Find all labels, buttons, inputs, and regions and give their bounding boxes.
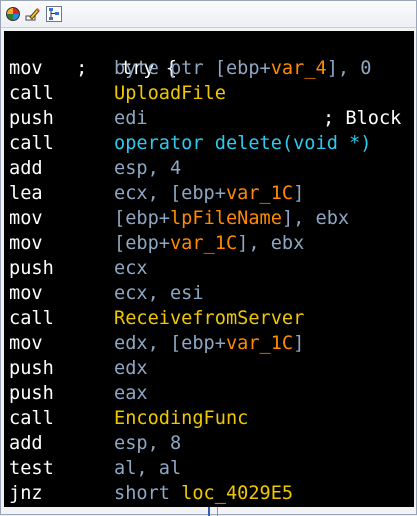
mnemonic[interactable]: mov (9, 281, 43, 306)
mnemonic[interactable]: call (9, 81, 54, 106)
operand-text: byte ptr [ebp+ (114, 58, 271, 79)
graph-node-window[interactable]: ; try { mov byte ptr [ebp+var_4], 0 call Up… (0, 0, 417, 516)
operands[interactable]: ecx, esi (114, 281, 204, 306)
disassembly-listing[interactable]: ; try { mov byte ptr [ebp+var_4], 0 call Up… (4, 31, 414, 507)
mnemonic[interactable]: lea (9, 181, 43, 206)
stack-variable[interactable]: lpFileName (170, 208, 282, 229)
mnemonic[interactable]: mov (9, 331, 43, 356)
edit-node-icon[interactable] (25, 6, 41, 22)
import-reference[interactable]: operator delete(void *) (114, 133, 371, 154)
operand-text: ] (293, 183, 305, 204)
operand-text: ecx (114, 258, 148, 279)
mnemonic[interactable]: mov (9, 206, 43, 231)
operand-text: edi (114, 108, 148, 129)
operands[interactable]: eax (114, 381, 148, 406)
function-reference[interactable]: EncodingFunc (114, 408, 248, 429)
mnemonic[interactable]: jnz (9, 481, 43, 506)
operand-text: esp, 8 (114, 433, 182, 454)
operands[interactable]: ecx, [ebp+var_1C] (114, 181, 304, 206)
mnemonic[interactable]: mov (9, 56, 43, 81)
mnemonic[interactable]: test (9, 456, 54, 481)
mnemonic[interactable]: add (9, 431, 43, 456)
operand-text: ecx, [ebp+ (114, 183, 226, 204)
mnemonic[interactable]: push (9, 106, 54, 131)
operands[interactable]: [ebp+var_1C], ebx (114, 231, 304, 256)
mnemonic[interactable]: call (9, 306, 54, 331)
node-titlebar (1, 1, 416, 28)
operands[interactable]: edx (114, 356, 148, 381)
operands[interactable]: operator delete(void *) (114, 131, 371, 156)
operand-text: [ebp+ (114, 233, 170, 254)
graph-overview-icon[interactable] (46, 6, 62, 22)
operands[interactable]: edx, [ebp+var_1C] (114, 331, 304, 356)
operand-text: al, al (114, 458, 182, 479)
operands[interactable]: ReceivefromServer (114, 306, 304, 331)
operand-text: [ebp+ (114, 208, 170, 229)
mnemonic[interactable]: push (9, 256, 54, 281)
stack-variable[interactable]: var_1C (170, 233, 237, 254)
stack-variable[interactable]: var_4 (271, 58, 327, 79)
function-reference[interactable]: loc_4029E5 (181, 483, 293, 504)
mnemonic[interactable]: push (9, 381, 54, 406)
operands[interactable]: [ebp+lpFileName], ebx (114, 206, 349, 231)
function-reference[interactable]: UploadFile (114, 83, 226, 104)
operand-text: ecx, esi (114, 283, 204, 304)
operands[interactable]: esp, 8 (114, 431, 181, 456)
operand-text: ] (293, 333, 305, 354)
block-comment: ; Block (323, 108, 402, 129)
mnemonic[interactable]: mov (9, 231, 43, 256)
mnemonic[interactable]: call (9, 406, 54, 431)
operands[interactable]: al, al (114, 456, 181, 481)
operands[interactable]: UploadFile (114, 81, 226, 106)
operand-text: short (114, 483, 182, 504)
operands[interactable]: esp, 4 (114, 156, 181, 181)
stack-variable[interactable]: var_1C (226, 183, 293, 204)
stack-variable[interactable]: var_1C (226, 333, 293, 354)
mnemonic[interactable]: push (9, 356, 54, 381)
color-palette-icon[interactable] (5, 6, 21, 22)
operands[interactable]: EncodingFunc (114, 406, 248, 431)
try-comment-line: ; try { (9, 31, 177, 79)
operand-text: edx, [ebp+ (114, 333, 226, 354)
operands[interactable]: short loc_4029E5 (114, 481, 293, 506)
operands[interactable]: ecx (114, 256, 148, 281)
mnemonic[interactable]: add (9, 156, 43, 181)
operand-text: eax (114, 383, 148, 404)
operands[interactable]: byte ptr [ebp+var_4], 0 (114, 56, 372, 81)
operands[interactable]: edi ; Block (114, 106, 401, 131)
operand-text: edx (114, 358, 148, 379)
operand-text: ], 0 (326, 58, 372, 79)
function-reference[interactable]: ReceivefromServer (114, 308, 304, 329)
operand-text: ], ebx (237, 233, 305, 254)
operand-text: ], ebx (281, 208, 350, 229)
mnemonic[interactable]: call (9, 131, 54, 156)
operand-text: esp, 4 (114, 158, 182, 179)
